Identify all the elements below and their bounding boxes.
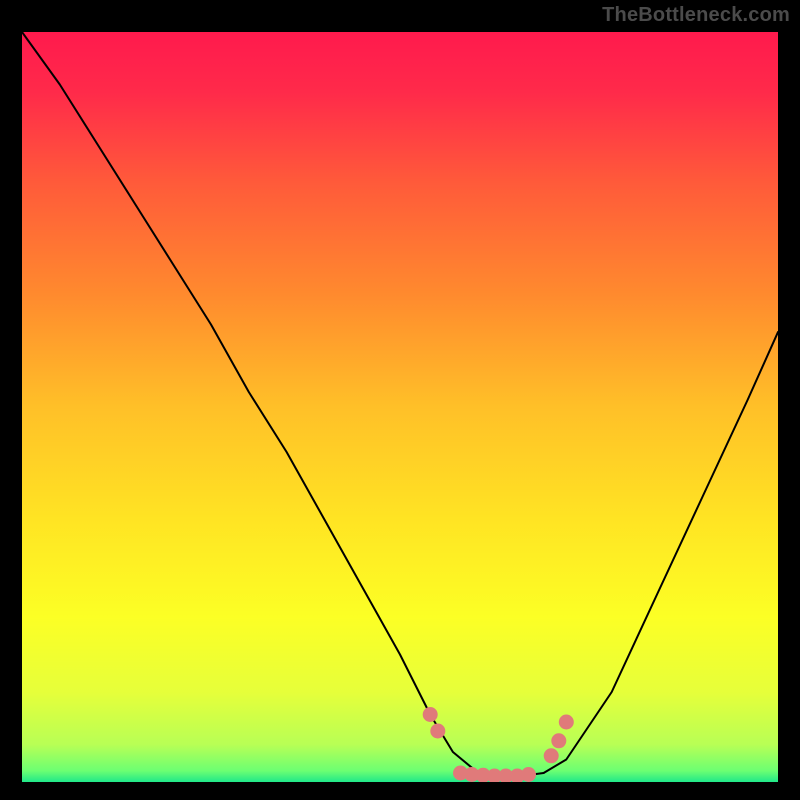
optimal-marker-dot	[521, 767, 536, 782]
optimal-marker-dot	[430, 724, 445, 739]
bottleneck-chart-svg	[22, 32, 778, 782]
optimal-marker-dot	[551, 733, 566, 748]
chart-frame: TheBottleneck.com	[0, 0, 800, 800]
optimal-marker-dot	[423, 707, 438, 722]
optimal-marker-dot	[544, 748, 559, 763]
gradient-background	[22, 32, 778, 782]
optimal-marker-dot	[559, 715, 574, 730]
plot-area-border	[18, 28, 782, 786]
plot-area	[22, 32, 778, 782]
watermark-text: TheBottleneck.com	[602, 4, 790, 27]
